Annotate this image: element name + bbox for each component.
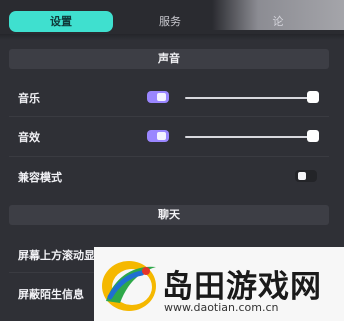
sfx-volume-slider[interactable] — [185, 136, 315, 138]
compat-mode-label: 兼容模式 — [18, 171, 62, 184]
watermark-logo-icon — [102, 261, 156, 311]
compat-mode-toggle[interactable] — [295, 170, 317, 182]
watermark-card: 岛田游戏网 www.daotian.com.cn — [94, 247, 344, 321]
row-divider — [9, 156, 329, 157]
tab-bar: 设置 服务 论 — [0, 0, 344, 38]
music-volume-knob[interactable] — [307, 91, 319, 103]
sfx-toggle[interactable] — [147, 130, 169, 142]
section-header-chat: 聊天 — [9, 205, 329, 225]
music-label: 音乐 — [18, 92, 40, 105]
tab-services[interactable]: 服务 — [120, 11, 220, 32]
sfx-volume-knob[interactable] — [307, 130, 319, 142]
music-toggle[interactable] — [147, 91, 169, 103]
block-strangers-label: 屏蔽陌生信息 — [18, 288, 84, 301]
watermark-title: 岛田游戏网 — [162, 269, 322, 305]
tab-bar-shadow — [0, 34, 344, 40]
music-volume-slider[interactable] — [185, 97, 315, 99]
tab-settings[interactable]: 设置 — [9, 11, 113, 32]
screen-glare — [212, 0, 344, 30]
section-header-sound: 声音 — [9, 49, 329, 69]
sfx-label: 音效 — [18, 131, 40, 144]
watermark-url: www.daotian.com.cn — [164, 301, 279, 314]
row-divider — [9, 116, 329, 117]
